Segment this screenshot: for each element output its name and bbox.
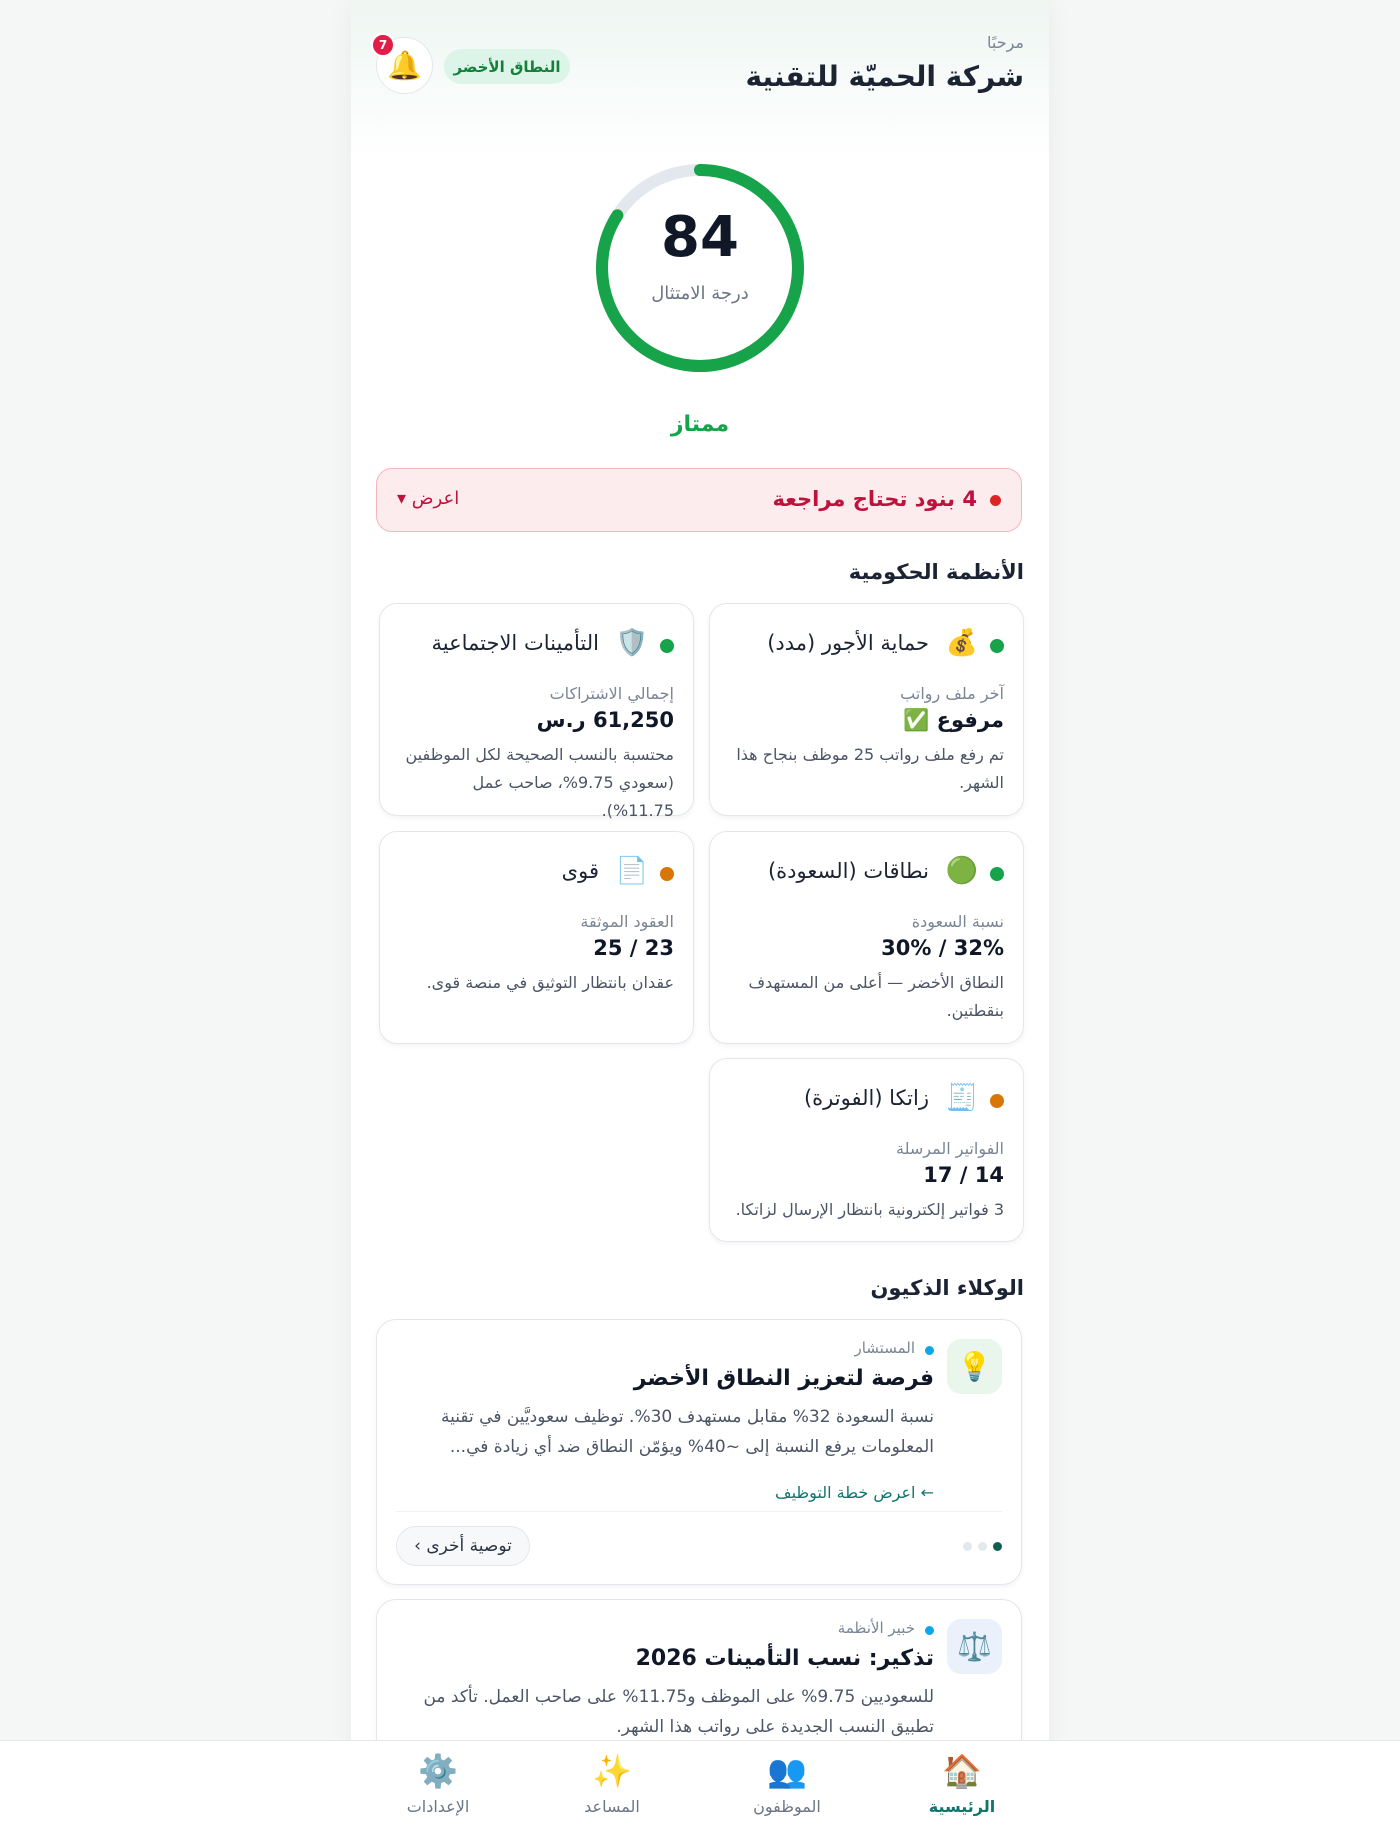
system-card-metric-value: 23 / 25 — [593, 936, 674, 960]
nav-item-label: الإعدادات — [406, 1797, 470, 1816]
compliance-score-label: درجة الامتثال — [651, 283, 749, 304]
money-bag-icon: 💰 — [945, 628, 978, 658]
home-icon: 🏠 — [942, 1752, 982, 1790]
system-card-title: حماية الأجور (مدد) — [767, 631, 929, 655]
system-card-metric-label: نسبة السعودة — [911, 912, 1004, 931]
system-card-title: قوى — [561, 859, 599, 883]
system-card-metric-value: 32% / 30% — [881, 936, 1004, 960]
app-screen: مرحبًا شركة الحميّة للتقنية النطاق الأخض… — [351, 0, 1049, 1836]
agent-status-dot — [925, 1346, 934, 1355]
agent-name: خبير الأنظمة — [837, 1619, 915, 1637]
bell-icon: 🔔 — [387, 49, 422, 82]
scales-glyph: ⚖️ — [957, 1630, 992, 1663]
status-dot — [660, 867, 674, 881]
system-card-metric-value: 61,250 ر.س — [536, 708, 674, 732]
pager-dot-active[interactable] — [993, 1542, 1002, 1551]
compliance-rating: ممتاز — [670, 412, 730, 437]
system-card-metric-value: 14 / 17 — [923, 1163, 1004, 1187]
status-dot — [660, 639, 674, 653]
alert-text: 4 بنود تحتاج مراجعة — [772, 487, 977, 511]
pager-dot[interactable] — [963, 1542, 972, 1551]
company-name: شركة الحميّة للتقنية — [745, 60, 1024, 93]
agent-card-advisor[interactable]: 💡 المستشار فرصة لتعزيز النطاق الأخضر نسب… — [376, 1319, 1022, 1585]
agent-status-dot — [925, 1626, 934, 1635]
system-card-metric-label: آخر ملف رواتب — [900, 684, 1004, 703]
gear-icon: ⚙️ — [418, 1752, 458, 1790]
system-card-description: 3 فواتير إلكترونية بانتظار الإرسال لزاتك… — [735, 1200, 1004, 1219]
agent-name: المستشار — [854, 1339, 915, 1357]
nav-item-employees[interactable]: 👥 الموظفون — [727, 1751, 847, 1816]
system-card-gosi[interactable]: 🛡️ التأمينات الاجتماعية إجمالي الاشتراكا… — [379, 603, 694, 820]
alert-dot-icon — [990, 495, 1001, 506]
status-dot — [990, 1094, 1004, 1108]
greeting-text: مرحبًا — [987, 33, 1024, 52]
system-card-title: نطاقات (السعودة) — [767, 859, 929, 883]
receipt-icon: 🧾 — [945, 1083, 978, 1113]
recommendation-pager[interactable] — [963, 1542, 1002, 1551]
smart-agents-title: الوكلاء الذكيون — [870, 1276, 1024, 1300]
document-icon: 📄 — [615, 856, 648, 886]
system-card-metric-label: العقود الموثقة — [580, 912, 674, 931]
system-card-metric-label: الفواتير المرسلة — [896, 1139, 1004, 1158]
status-dot — [990, 639, 1004, 653]
government-systems-title: الأنظمة الحكومية — [848, 560, 1024, 584]
system-card-title: زاتكا (الفوترة) — [803, 1086, 929, 1110]
pager-dot[interactable] — [978, 1542, 987, 1551]
system-card-wps[interactable]: 💰 حماية الأجور (مدد) آخر ملف رواتب مرفوع… — [709, 603, 1024, 816]
system-card-metric-label: إجمالي الاشتراكات — [549, 684, 674, 703]
bottom-navigation: 🏠 الرئيسية 👥 الموظفون ✨ المساعد ⚙️ الإعد… — [0, 1740, 1400, 1837]
system-card-description: النطاق الأخضر — أعلى من المستهدف بنقطتين… — [748, 973, 1004, 1020]
status-dot — [990, 867, 1004, 881]
agent-card-title: تذكير: نسب التأمينات 2026 — [635, 1646, 934, 1671]
divider — [396, 1511, 1002, 1512]
scales-icon: ⚖️ — [947, 1619, 1002, 1674]
nav-item-home[interactable]: 🏠 الرئيسية — [902, 1751, 1022, 1816]
people-icon: 👥 — [767, 1752, 807, 1790]
nav-item-label: الموظفون — [753, 1797, 821, 1816]
nav-item-settings[interactable]: ⚙️ الإعدادات — [378, 1751, 498, 1816]
system-card-description: محتسبة بالنسب الصحيحة لكل الموظفين (سعود… — [405, 745, 674, 820]
band-status-badge[interactable]: النطاق الأخضر — [444, 49, 570, 84]
system-card-nitaqat[interactable]: 🟢 نطاقات (السعودة) نسبة السعودة 32% / 30… — [709, 831, 1024, 1044]
shield-icon: 🛡️ — [615, 628, 648, 658]
nav-item-assistant[interactable]: ✨ المساعد — [552, 1751, 672, 1816]
system-card-description: تم رفع ملف رواتب 25 موظف بنجاح هذا الشهر… — [736, 745, 1004, 792]
another-recommendation-button[interactable]: توصية أخرى › — [396, 1526, 530, 1566]
compliance-score-value: 84 — [661, 205, 739, 270]
system-card-description: عقدان بانتظار التوثيق في منصة قوى. — [426, 973, 674, 992]
agent-card-text: نسبة السعودة 32% مقابل مستهدف 30%. توظيف… — [441, 1407, 934, 1457]
agent-card-title: فرصة لتعزيز النطاق الأخضر — [633, 1366, 934, 1391]
sparkles-icon: ✨ — [592, 1752, 632, 1790]
lightbulb-icon: 💡 — [947, 1339, 1002, 1394]
system-card-metric-value: مرفوع ✅ — [903, 708, 1004, 732]
agent-card-text: للسعوديين 9.75% على الموظف و11.75% على ص… — [423, 1687, 934, 1737]
alert-expand-toggle[interactable]: اعرض ▾ — [397, 488, 459, 509]
system-card-title: التأمينات الاجتماعية — [431, 631, 599, 655]
view-hiring-plan-link[interactable]: ← اعرض خطة التوظيف — [775, 1483, 934, 1502]
green-circle-icon: 🟢 — [945, 856, 978, 886]
lightbulb-glyph: 💡 — [957, 1350, 992, 1383]
system-card-qiwa[interactable]: 📄 قوى العقود الموثقة 23 / 25 عقدان بانتظ… — [379, 831, 694, 1044]
system-card-zatca[interactable]: 🧾 زاتكا (الفوترة) الفواتير المرسلة 14 / … — [709, 1058, 1024, 1242]
notification-count-badge: 7 — [371, 33, 395, 57]
review-alert-banner[interactable]: 4 بنود تحتاج مراجعة اعرض ▾ — [376, 468, 1022, 532]
nav-item-label: الرئيسية — [928, 1797, 996, 1816]
nav-item-label: المساعد — [584, 1797, 640, 1816]
